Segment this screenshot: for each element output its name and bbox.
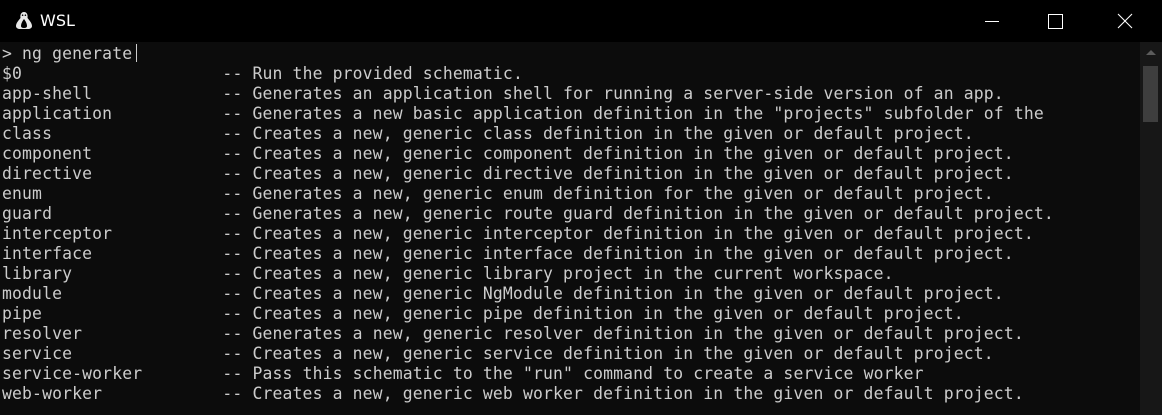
completion-description: -- Creates a new, generic interface defi… — [222, 244, 1014, 263]
completion-item: service -- Creates a new, generic servic… — [2, 344, 994, 364]
completion-description: -- Creates a new, generic library projec… — [222, 264, 894, 283]
completion-description: -- Creates a new, generic component defi… — [222, 144, 1014, 163]
completion-description: -- Creates a new, generic service defini… — [222, 344, 994, 363]
completion-item: resolver -- Generates a new, generic res… — [2, 324, 1024, 344]
completion-name: resolver — [2, 324, 83, 343]
completion-name: app-shell — [2, 84, 93, 103]
column-padding — [72, 344, 222, 363]
completion-description: -- Generates a new, generic route guard … — [222, 204, 1054, 223]
column-padding — [92, 164, 222, 183]
column-padding — [42, 304, 222, 323]
completion-item: library -- Creates a new, generic librar… — [2, 264, 894, 284]
completion-description: -- Creates a new, generic pipe definitio… — [222, 304, 964, 323]
completion-name: application — [2, 104, 113, 123]
linux-penguin-icon — [16, 12, 32, 29]
completion-description: -- Creates a new, generic NgModule defin… — [222, 284, 1004, 303]
text-cursor — [136, 44, 138, 62]
completion-name: $0 — [2, 64, 23, 83]
completion-description: -- Generates a new, generic enum definit… — [222, 184, 994, 203]
completion-name: directive — [2, 164, 93, 183]
column-padding — [22, 64, 222, 83]
window-title: WSL — [40, 11, 75, 30]
column-padding — [82, 324, 222, 343]
completion-name: class — [2, 124, 53, 143]
column-padding — [52, 204, 222, 223]
minimize-icon — [985, 21, 999, 22]
completion-item: web-worker -- Creates a new, generic web… — [2, 384, 1024, 404]
completion-item: interceptor -- Creates a new, generic in… — [2, 224, 1034, 244]
column-padding — [142, 364, 222, 383]
column-padding — [112, 104, 222, 123]
completion-description: -- Generates an application shell for ru… — [222, 84, 1004, 103]
column-padding — [92, 244, 222, 263]
completion-description: -- Run the provided schematic. — [222, 64, 523, 83]
completion-description: -- Creates a new, generic web worker def… — [222, 384, 1024, 403]
completion-item: class -- Creates a new, generic class de… — [2, 124, 974, 144]
completion-item: guard -- Generates a new, generic route … — [2, 204, 1054, 224]
vertical-scrollbar[interactable] — [1140, 42, 1162, 415]
completion-name: enum — [2, 184, 43, 203]
completion-item: pipe -- Creates a new, generic pipe defi… — [2, 304, 964, 324]
completion-name: interceptor — [2, 224, 113, 243]
completion-item: component -- Creates a new, generic comp… — [2, 144, 1014, 164]
command-line[interactable]: > ng generate — [2, 44, 138, 64]
completion-name: guard — [2, 204, 53, 223]
column-padding — [92, 144, 222, 163]
minimize-button[interactable] — [974, 0, 1020, 42]
completion-item: app-shell -- Generates an application sh… — [2, 84, 1004, 104]
completion-name: web-worker — [2, 384, 103, 403]
scroll-up-arrow-icon — [1146, 50, 1156, 55]
completion-item: module -- Creates a new, generic NgModul… — [2, 284, 1004, 304]
completion-name: service-worker — [2, 364, 143, 383]
completion-item: directive -- Creates a new, generic dire… — [2, 164, 1014, 184]
completion-item: service-worker -- Pass this schematic to… — [2, 364, 924, 384]
completion-description: -- Creates a new, generic class definiti… — [222, 124, 974, 143]
completion-description: -- Creates a new, generic directive defi… — [222, 164, 1014, 183]
completion-name: module — [2, 284, 63, 303]
completion-name: interface — [2, 244, 93, 263]
completion-description: -- Pass this schematic to the "run" comm… — [222, 364, 924, 383]
column-padding — [52, 124, 222, 143]
completion-description: -- Generates a new basic application def… — [222, 104, 1044, 123]
maximize-icon — [1048, 14, 1063, 29]
completion-item: $0 -- Run the provided schematic. — [2, 64, 523, 84]
column-padding — [112, 224, 222, 243]
column-padding — [92, 84, 222, 103]
title-bar[interactable]: WSL — [0, 0, 1162, 42]
column-padding — [42, 184, 222, 203]
completion-name: service — [2, 344, 73, 363]
completion-name: component — [2, 144, 93, 163]
completion-item: application -- Generates a new basic app… — [2, 104, 1044, 124]
completion-description: -- Generates a new, generic resolver def… — [222, 324, 1024, 343]
terminal-output[interactable]: > ng generate $0 -- Run the provided sch… — [0, 42, 1140, 415]
prompt-command: > ng generate — [2, 44, 133, 63]
maximize-button[interactable] — [1033, 0, 1079, 42]
terminal-window: WSL > ng generate $0 -- Run the provided… — [0, 0, 1162, 415]
completion-name: library — [2, 264, 73, 283]
scrollbar-thumb[interactable] — [1143, 66, 1158, 122]
completion-item: enum -- Generates a new, generic enum de… — [2, 184, 994, 204]
close-icon — [1117, 13, 1133, 29]
completion-description: -- Creates a new, generic interceptor de… — [222, 224, 1034, 243]
close-button[interactable] — [1104, 0, 1150, 42]
completion-item: interface -- Creates a new, generic inte… — [2, 244, 1014, 264]
column-padding — [62, 284, 222, 303]
column-padding — [102, 384, 222, 403]
completion-name: pipe — [2, 304, 43, 323]
column-padding — [72, 264, 222, 283]
scroll-up-button[interactable] — [1140, 42, 1162, 64]
